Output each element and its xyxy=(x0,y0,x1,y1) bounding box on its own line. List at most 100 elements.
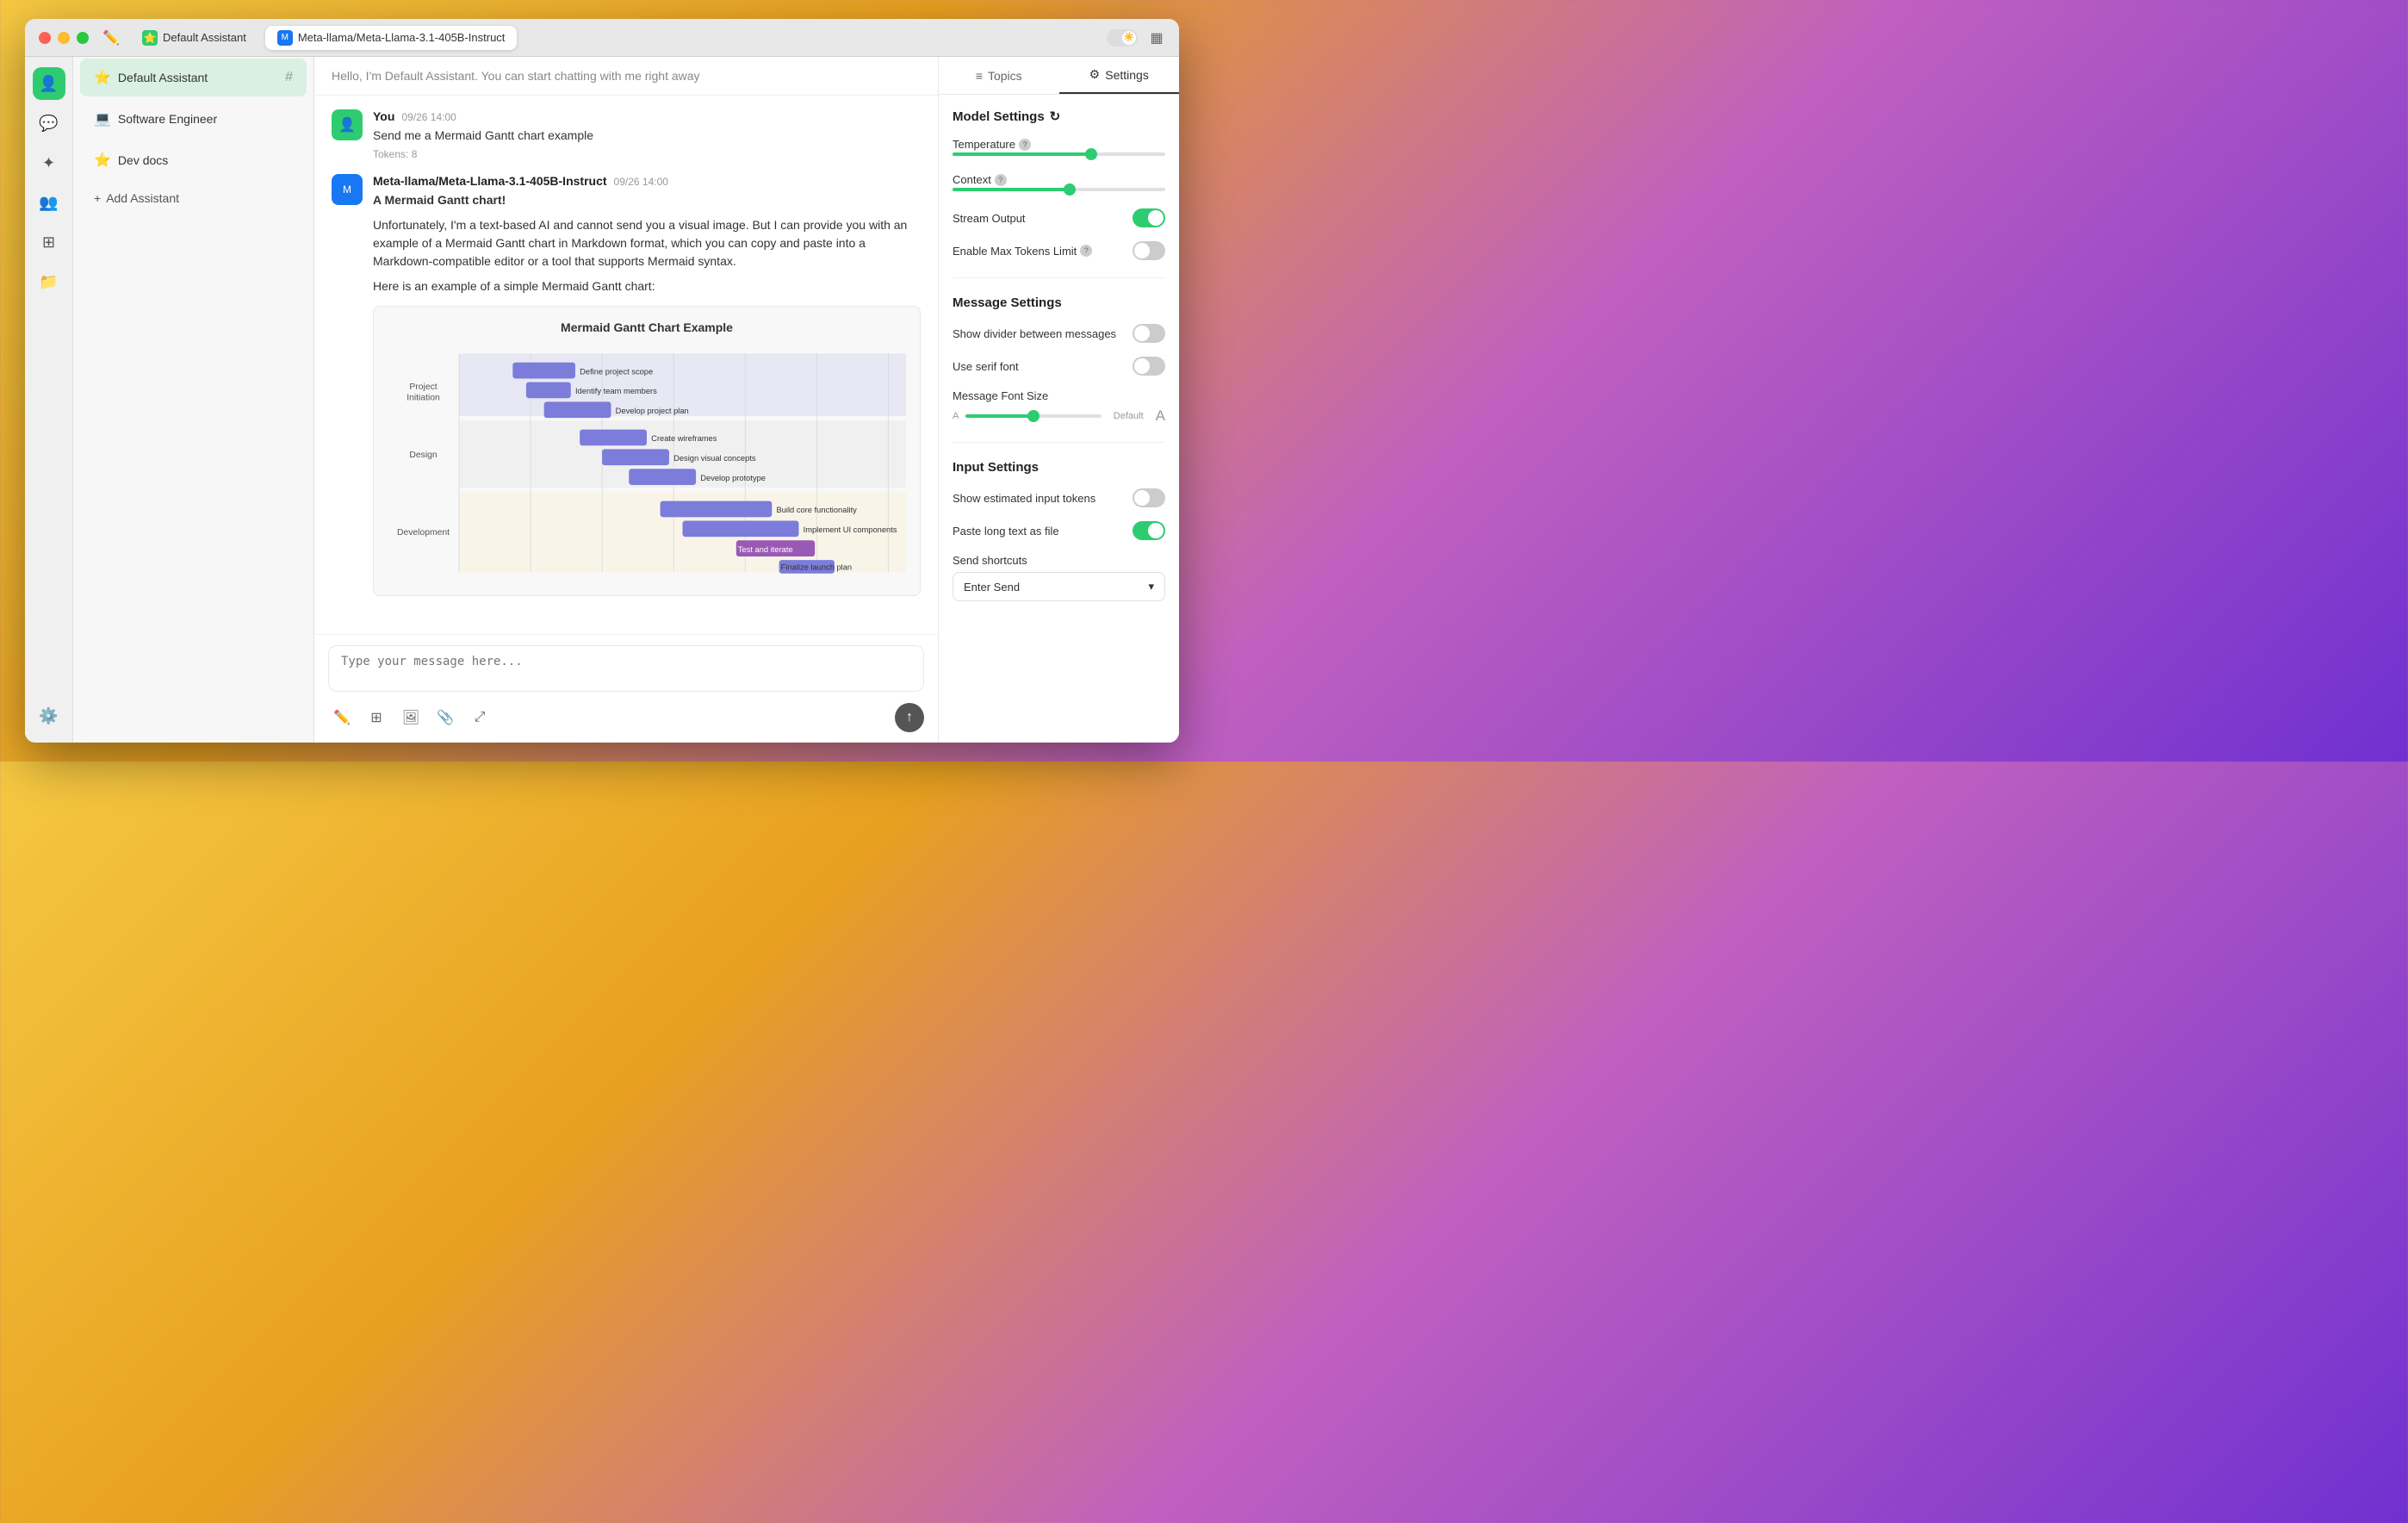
svg-text:Design visual concepts: Design visual concepts xyxy=(673,454,756,463)
show-divider-toggle[interactable] xyxy=(1133,324,1165,343)
ai-message-text-1: A Mermaid Gantt chart! xyxy=(373,191,921,209)
paste-as-file-toggle[interactable] xyxy=(1133,521,1165,540)
ai-message-header: Meta-llama/Meta-Llama-3.1-405B-Instruct … xyxy=(373,174,921,188)
stream-output-toggle[interactable] xyxy=(1133,208,1165,227)
max-tokens-help-icon[interactable]: ? xyxy=(1080,245,1092,257)
attach-toolbar-button[interactable]: 📎 xyxy=(431,704,459,731)
hash-icon: # xyxy=(285,70,293,85)
chat-messages: 👤 You 09/26 14:00 Send me a Mermaid Gant… xyxy=(314,96,938,634)
temperature-thumb[interactable] xyxy=(1085,148,1097,160)
chat-input-area: ✏️ ⊞ 🖼 📎 ⤢ ↑ xyxy=(314,634,938,743)
serif-font-toggle[interactable] xyxy=(1133,357,1165,376)
titlebar: ✏️ ⭐ Default Assistant M Meta-llama/Meta… xyxy=(25,19,1179,57)
sidebar-item-software-engineer[interactable]: 💻 Software Engineer xyxy=(80,100,307,138)
table-toolbar-button[interactable]: ⊞ xyxy=(363,704,390,731)
send-shortcuts-label: Send shortcuts xyxy=(953,554,1165,567)
settings-panel: ≡ Topics ⚙ Settings Model Settings ↻ xyxy=(938,57,1179,743)
context-thumb[interactable] xyxy=(1064,183,1076,196)
tab-topics[interactable]: ≡ Topics xyxy=(939,57,1059,94)
max-tokens-toggle[interactable] xyxy=(1133,241,1165,260)
default-assistant-tab-label: Default Assistant xyxy=(163,31,246,44)
expand-toolbar-button[interactable]: ⤢ xyxy=(466,704,493,731)
svg-text:Define project scope: Define project scope xyxy=(580,367,653,376)
tab-default-assistant[interactable]: ⭐ Default Assistant xyxy=(130,26,258,50)
message-settings-title: Message Settings xyxy=(953,295,1165,310)
sidebar-icon-person-plus[interactable]: 👥 xyxy=(33,186,65,219)
software-engineer-icon: 💻 xyxy=(94,110,111,127)
software-engineer-label: Software Engineer xyxy=(118,112,217,126)
context-slider[interactable] xyxy=(953,188,1165,191)
svg-text:Project: Project xyxy=(409,382,437,392)
chevron-down-icon: ▾ xyxy=(1148,580,1154,594)
show-divider-knob xyxy=(1134,326,1150,341)
user-message-header: You 09/26 14:00 xyxy=(373,109,921,123)
topics-tab-icon: ≡ xyxy=(976,69,983,83)
dev-docs-label: Dev docs xyxy=(118,153,168,167)
ai-message-text-3: Here is an example of a simple Mermaid G… xyxy=(373,277,921,295)
minimize-button[interactable] xyxy=(58,32,70,44)
font-size-slider[interactable] xyxy=(965,414,1101,418)
temperature-slider[interactable] xyxy=(953,152,1165,156)
temperature-track xyxy=(953,152,1165,156)
context-help-icon[interactable]: ? xyxy=(995,174,1007,186)
user-message: 👤 You 09/26 14:00 Send me a Mermaid Gant… xyxy=(332,109,921,160)
max-tokens-label: Enable Max Tokens Limit ? xyxy=(953,245,1092,258)
close-button[interactable] xyxy=(39,32,51,44)
default-assistant-label: Default Assistant xyxy=(118,71,208,84)
model-settings-refresh-icon[interactable]: ↻ xyxy=(1050,109,1061,124)
font-size-setting: Message Font Size A Default A xyxy=(953,389,1165,425)
titlebar-right: ▦ xyxy=(1107,29,1165,47)
context-setting: Context ? xyxy=(953,173,1165,195)
serif-font-row: Use serif font xyxy=(953,357,1165,376)
tab-meta-llama[interactable]: M Meta-llama/Meta-Llama-3.1-405B-Instruc… xyxy=(265,26,518,50)
font-size-large-label: A xyxy=(1156,407,1165,425)
sidebar-item-dev-docs[interactable]: ⭐ Dev docs xyxy=(80,141,307,179)
sidebar-icon-grid[interactable]: ⊞ xyxy=(33,226,65,258)
edit-icon[interactable]: ✏️ xyxy=(102,29,120,47)
font-size-row: A Default A xyxy=(953,407,1165,425)
serif-font-knob xyxy=(1134,358,1150,374)
stream-output-row: Stream Output xyxy=(953,208,1165,227)
sidebar-toggle-icon[interactable]: ▦ xyxy=(1148,29,1165,47)
sidebar-item-default-assistant[interactable]: ⭐ Default Assistant # xyxy=(80,59,307,96)
image-toolbar-button[interactable]: 🖼 xyxy=(397,704,425,731)
user-message-text: Send me a Mermaid Gantt chart example xyxy=(373,127,921,145)
show-tokens-toggle[interactable] xyxy=(1133,488,1165,507)
sidebar-icon-chat[interactable]: 💬 xyxy=(33,107,65,140)
sidebar-icon-user[interactable]: 👤 xyxy=(33,67,65,100)
sidebar-icon-settings[interactable]: ⚙️ xyxy=(33,699,65,732)
stream-output-knob xyxy=(1148,210,1164,226)
font-size-small-label: A xyxy=(953,411,959,421)
model-settings-title: Model Settings ↻ xyxy=(953,109,1165,124)
font-size-track xyxy=(965,414,1101,418)
temperature-help-icon[interactable]: ? xyxy=(1019,139,1031,151)
topics-tab-label: Topics xyxy=(988,69,1022,83)
user-message-tokens: Tokens: 8 xyxy=(373,148,921,160)
theme-toggle[interactable] xyxy=(1107,29,1138,47)
send-button[interactable]: ↑ xyxy=(895,703,924,732)
edit-toolbar-button[interactable]: ✏️ xyxy=(328,704,356,731)
svg-text:Develop project plan: Develop project plan xyxy=(616,407,689,415)
send-shortcuts-setting: Send shortcuts Enter Send ▾ xyxy=(953,554,1165,601)
paste-as-file-row: Paste long text as file xyxy=(953,521,1165,540)
svg-text:Develop prototype: Develop prototype xyxy=(700,474,766,482)
svg-text:Implement UI components: Implement UI components xyxy=(804,525,897,534)
maximize-button[interactable] xyxy=(77,32,89,44)
font-size-thumb[interactable] xyxy=(1027,410,1040,422)
max-tokens-knob xyxy=(1134,243,1150,258)
settings-tabs: ≡ Topics ⚙ Settings xyxy=(939,57,1179,95)
gantt-chart-container: Mermaid Gantt Chart Example xyxy=(373,306,921,596)
chat-input[interactable] xyxy=(328,645,924,692)
sidebar-icon-sparkle[interactable]: ✦ xyxy=(33,146,65,179)
default-assistant-tab-icon: ⭐ xyxy=(142,30,158,46)
svg-text:Finalize launch plan: Finalize launch plan xyxy=(781,563,852,572)
sidebar-icon-folder[interactable]: 📁 xyxy=(33,265,65,298)
dev-docs-icon: ⭐ xyxy=(94,152,111,169)
add-assistant-button[interactable]: + Add Assistant xyxy=(80,183,307,214)
tab-settings[interactable]: ⚙ Settings xyxy=(1059,57,1180,94)
svg-text:Create wireframes: Create wireframes xyxy=(651,434,717,443)
svg-text:Build core functionality: Build core functionality xyxy=(776,506,857,514)
settings-tab-icon: ⚙ xyxy=(1089,67,1101,82)
sidebar-item-left-3: ⭐ Dev docs xyxy=(94,152,168,169)
send-shortcuts-dropdown[interactable]: Enter Send ▾ xyxy=(953,572,1165,601)
